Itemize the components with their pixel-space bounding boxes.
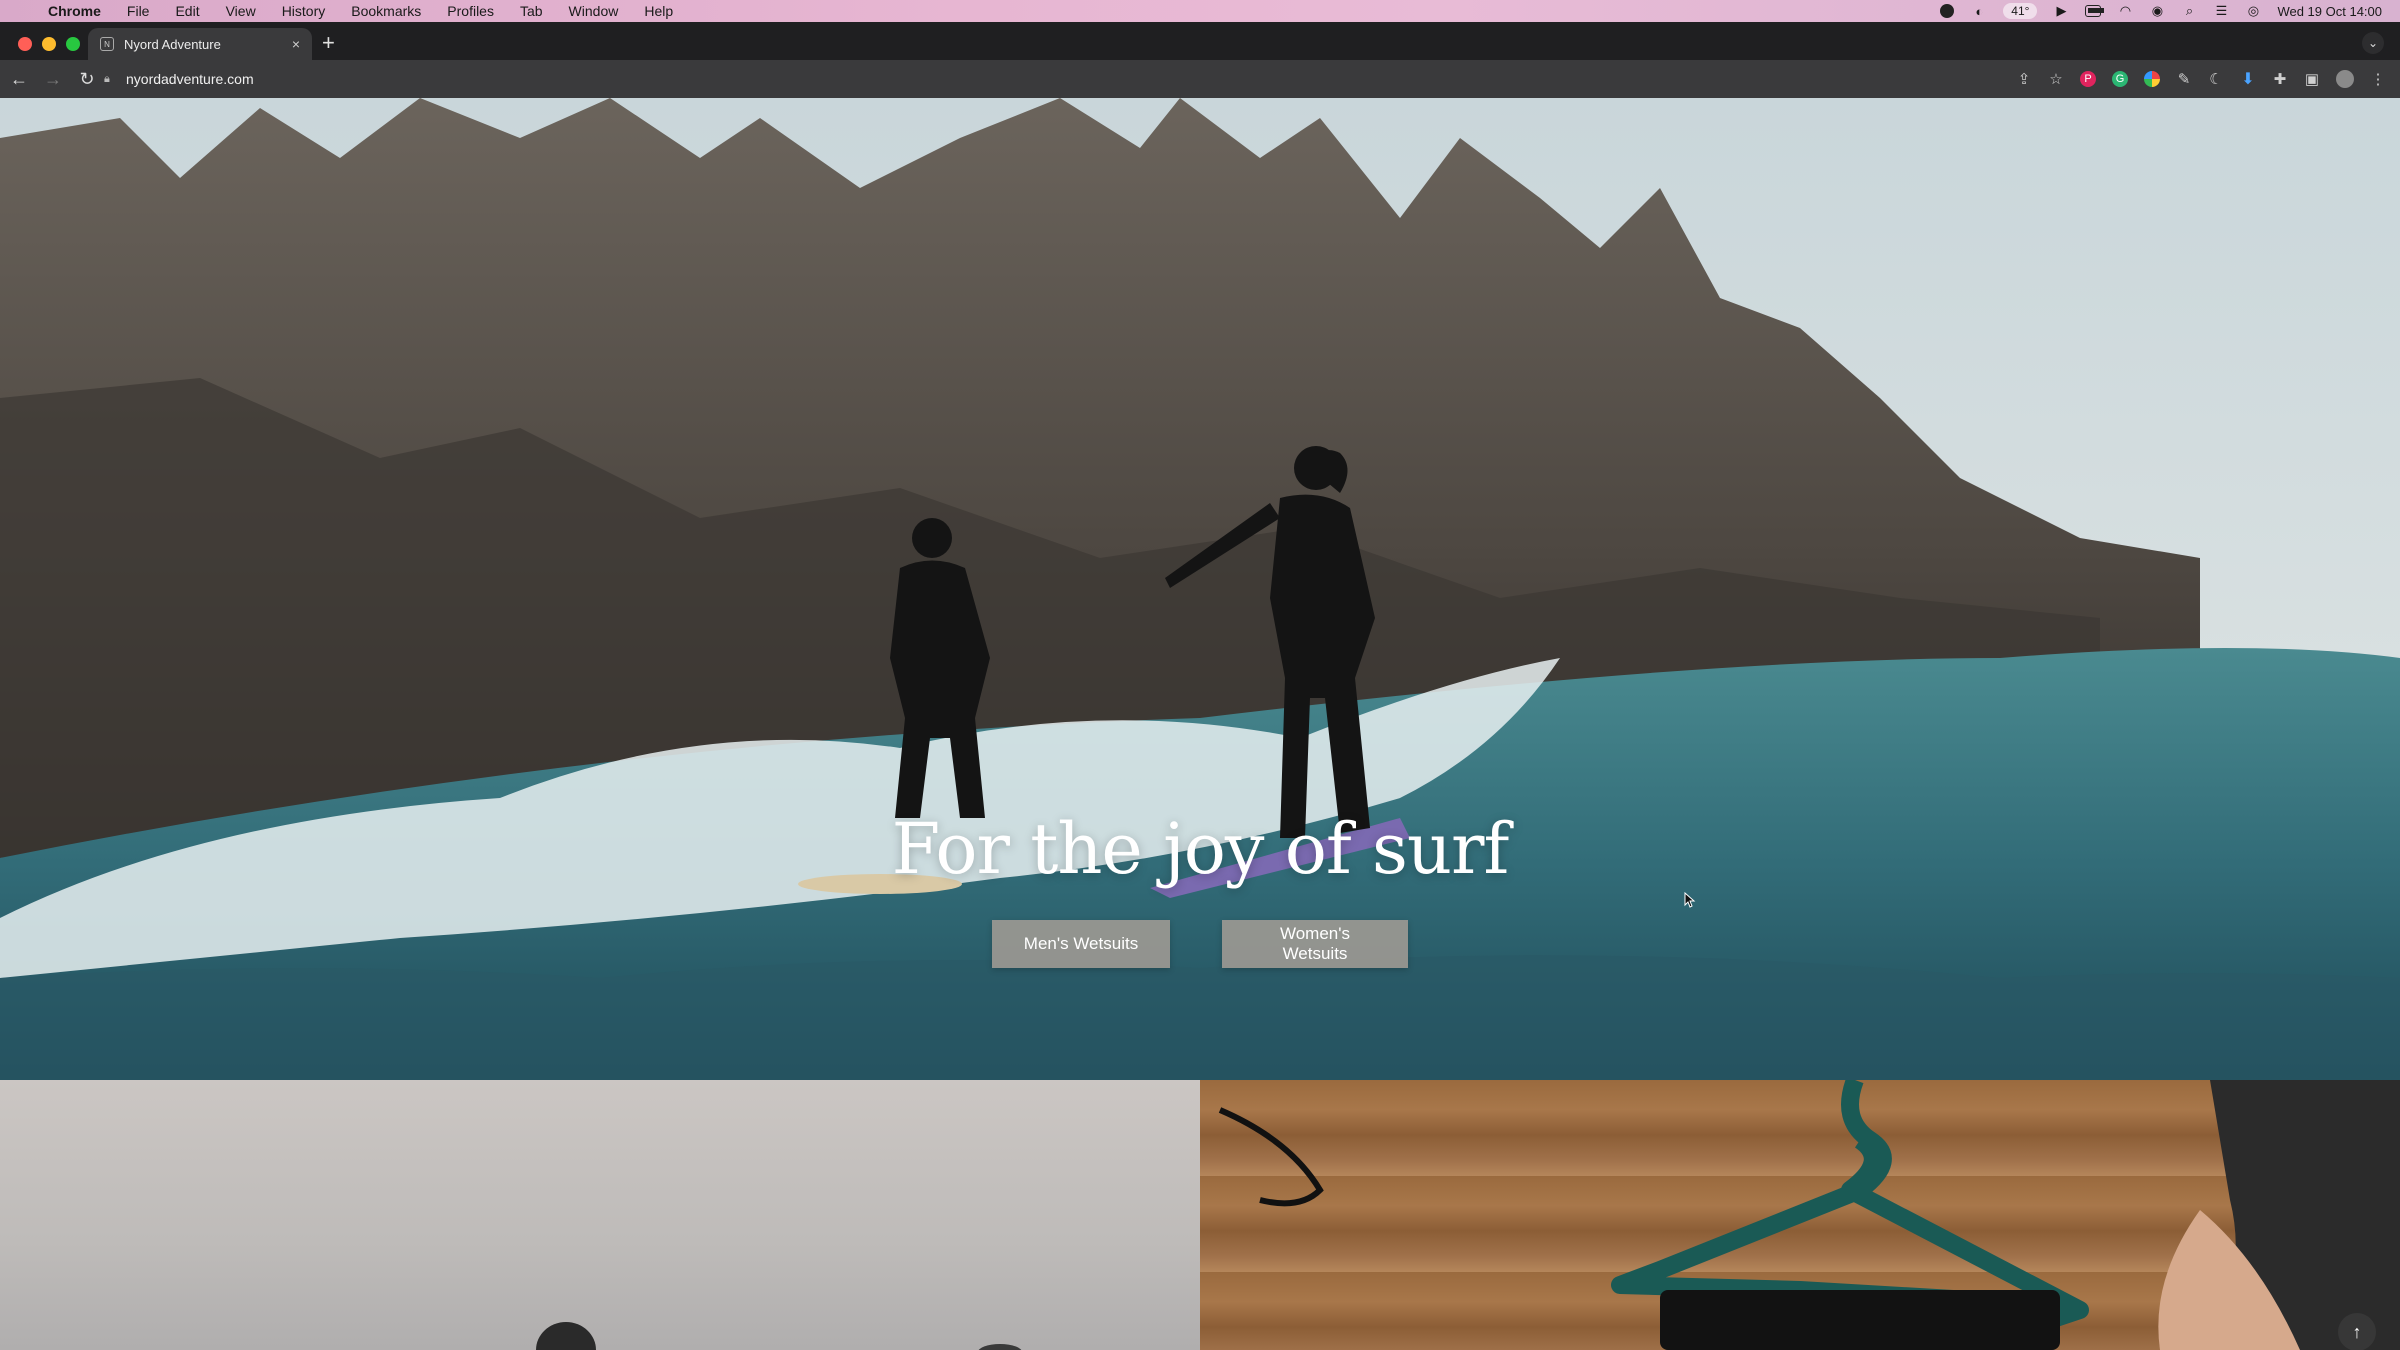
collection-tile-left[interactable] [0,1080,1200,1350]
menubar-clock[interactable]: Wed 19 Oct 14:00 [2277,4,2382,19]
share-icon[interactable]: ⇪ [2016,71,2032,88]
wifi-icon[interactable]: ◠ [2117,3,2133,18]
menu-file[interactable]: File [127,3,150,19]
mens-wetsuits-button[interactable]: Men's Wetsuits [992,920,1170,968]
web-page: For the joy of surf Men's Wetsuits Women… [0,98,2400,1350]
download-icon[interactable]: ⬇ [2240,71,2256,88]
record-icon[interactable] [1939,4,1955,18]
menu-profiles[interactable]: Profiles [447,3,494,19]
app-status-icon[interactable]: ◐ [1971,4,1987,19]
beach-photo [536,1322,1022,1350]
pen-extension-icon[interactable]: ✎ [2176,71,2192,88]
hero-title: For the joy of surf [891,808,1510,890]
forward-arrow-icon[interactable]: → [38,69,68,90]
play-icon[interactable]: ▶ [2053,3,2069,18]
browser-toolbar: ← → ↻ 🔒︎ nyordadventure.com ⇪ ☆ P G ✎ ☾ … [0,60,2400,98]
macos-menu-bar: Chrome File Edit View History Bookmarks … [0,0,2400,22]
siri-icon[interactable]: ◎ [2245,3,2261,18]
apple-menu-icon[interactable] [16,3,32,19]
battery-icon[interactable] [2085,4,2105,18]
menu-bookmarks[interactable]: Bookmarks [351,3,421,19]
tab-search-chevron-icon[interactable]: ⌄ [2362,32,2384,54]
browser-tab-strip: N Nyord Adventure × + ⌄ [0,22,2400,60]
zoom-window-icon[interactable] [66,37,80,51]
profile-avatar[interactable] [2336,70,2354,88]
reload-icon[interactable]: ↻ [72,69,102,90]
address-bar[interactable]: 🔒︎ nyordadventure.com [104,66,2034,92]
color-extension-icon[interactable] [2144,71,2160,87]
collection-tile-right[interactable] [1200,1080,2400,1350]
hero-cta-group: Men's Wetsuits Women's Wetsuits [0,920,2400,968]
spotlight-search-icon[interactable]: ⌕ [2181,3,2197,18]
control-center-icon[interactable]: ☰ [2213,3,2229,18]
moon-extension-icon[interactable]: ☾ [2208,71,2224,88]
hanger-photo [1218,1080,2400,1350]
address-url[interactable]: nyordadventure.com [126,71,254,87]
minimize-window-icon[interactable] [42,37,56,51]
back-arrow-icon[interactable]: ← [4,69,34,90]
close-window-icon[interactable] [18,37,32,51]
tab-title: Nyord Adventure [124,36,221,52]
weather-temperature[interactable]: 41° [2003,3,2038,19]
menu-view[interactable]: View [226,3,256,19]
pinterest-extension-icon[interactable]: P [2080,71,2096,87]
side-panel-icon[interactable]: ▣ [2304,71,2320,88]
lock-icon[interactable]: 🔒︎ [104,73,114,85]
chrome-menu-icon[interactable]: ⋮ [2370,71,2386,88]
menu-history[interactable]: History [282,3,326,19]
menu-tab[interactable]: Tab [520,3,543,19]
site-favicon-icon: N [100,37,114,51]
browser-tab-active[interactable]: N Nyord Adventure × [88,28,312,60]
window-controls [18,37,80,51]
user-icon[interactable]: ◉ [2149,3,2165,18]
menu-help[interactable]: Help [644,3,673,19]
extensions-puzzle-icon[interactable]: ✚ [2272,71,2288,88]
womens-wetsuits-button[interactable]: Women's Wetsuits [1222,920,1408,968]
bookmark-star-icon[interactable]: ☆ [2048,71,2064,88]
toolbar-actions: ⇪ ☆ P G ✎ ☾ ⬇ ✚ ▣ ⋮ [2016,60,2386,98]
arrow-up-icon: ↑ [2352,1321,2362,1342]
grammarly-extension-icon[interactable]: G [2112,71,2128,87]
menu-edit[interactable]: Edit [175,3,199,19]
hero-section: For the joy of surf Men's Wetsuits Women… [0,98,2400,1080]
scroll-to-top-button[interactable]: ↑ [2338,1313,2376,1350]
menubar-status-area: ◐ 41° ▶ ◠ ◉ ⌕ ☰ ◎ Wed 19 Oct 14:00 [1939,0,2382,22]
menu-window[interactable]: Window [569,3,619,19]
mouse-cursor-icon [1684,892,1696,908]
new-tab-icon[interactable]: + [322,32,335,54]
close-tab-icon[interactable]: × [292,36,300,52]
menu-app-chrome[interactable]: Chrome [48,3,101,19]
